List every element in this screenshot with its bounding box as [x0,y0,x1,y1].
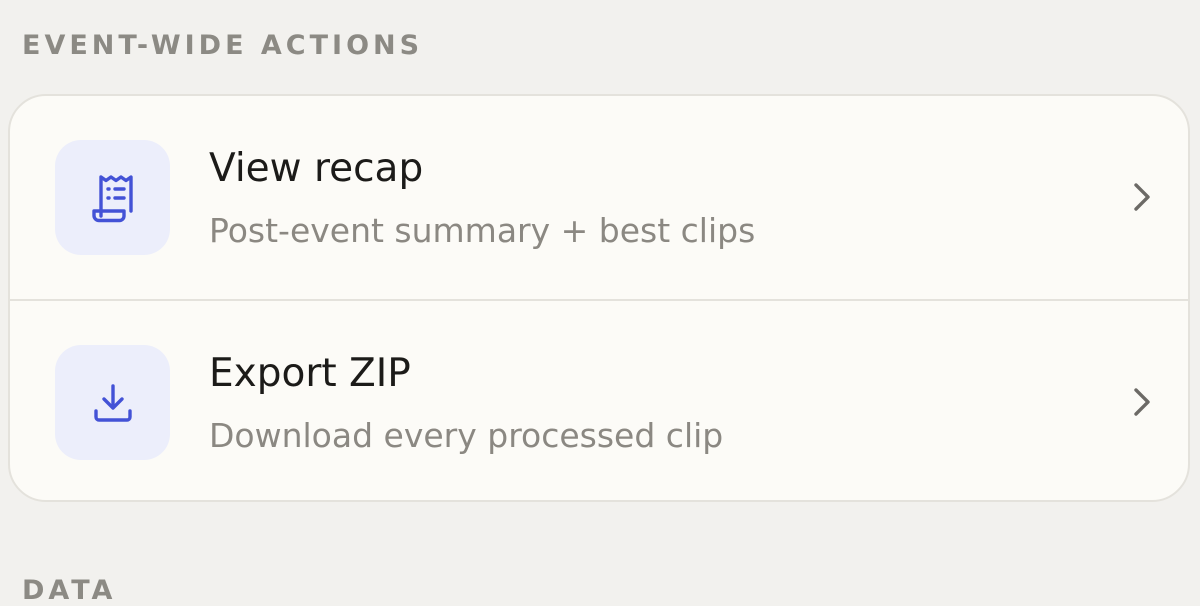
section-heading-data: DATA [22,575,117,606]
view-recap-title: View recap [209,146,424,191]
section-heading-event-wide-actions: EVENT-WIDE ACTIONS [22,30,424,61]
chevron-right-icon [1128,387,1154,417]
view-recap-subtitle: Post-event summary + best clips [209,211,756,250]
export-zip-row[interactable]: Export ZIP Download every processed clip [10,301,1188,500]
chevron-right-icon [1128,182,1154,212]
receipt-icon [91,172,135,224]
export-zip-title: Export ZIP [209,351,411,396]
event-actions-card: View recap Post-event summary + best cli… [8,94,1190,502]
export-zip-icon-tile [55,345,170,460]
download-icon [91,381,135,425]
export-zip-subtitle: Download every processed clip [209,416,724,455]
view-recap-icon-tile [55,140,170,255]
view-recap-row[interactable]: View recap Post-event summary + best cli… [10,96,1188,299]
